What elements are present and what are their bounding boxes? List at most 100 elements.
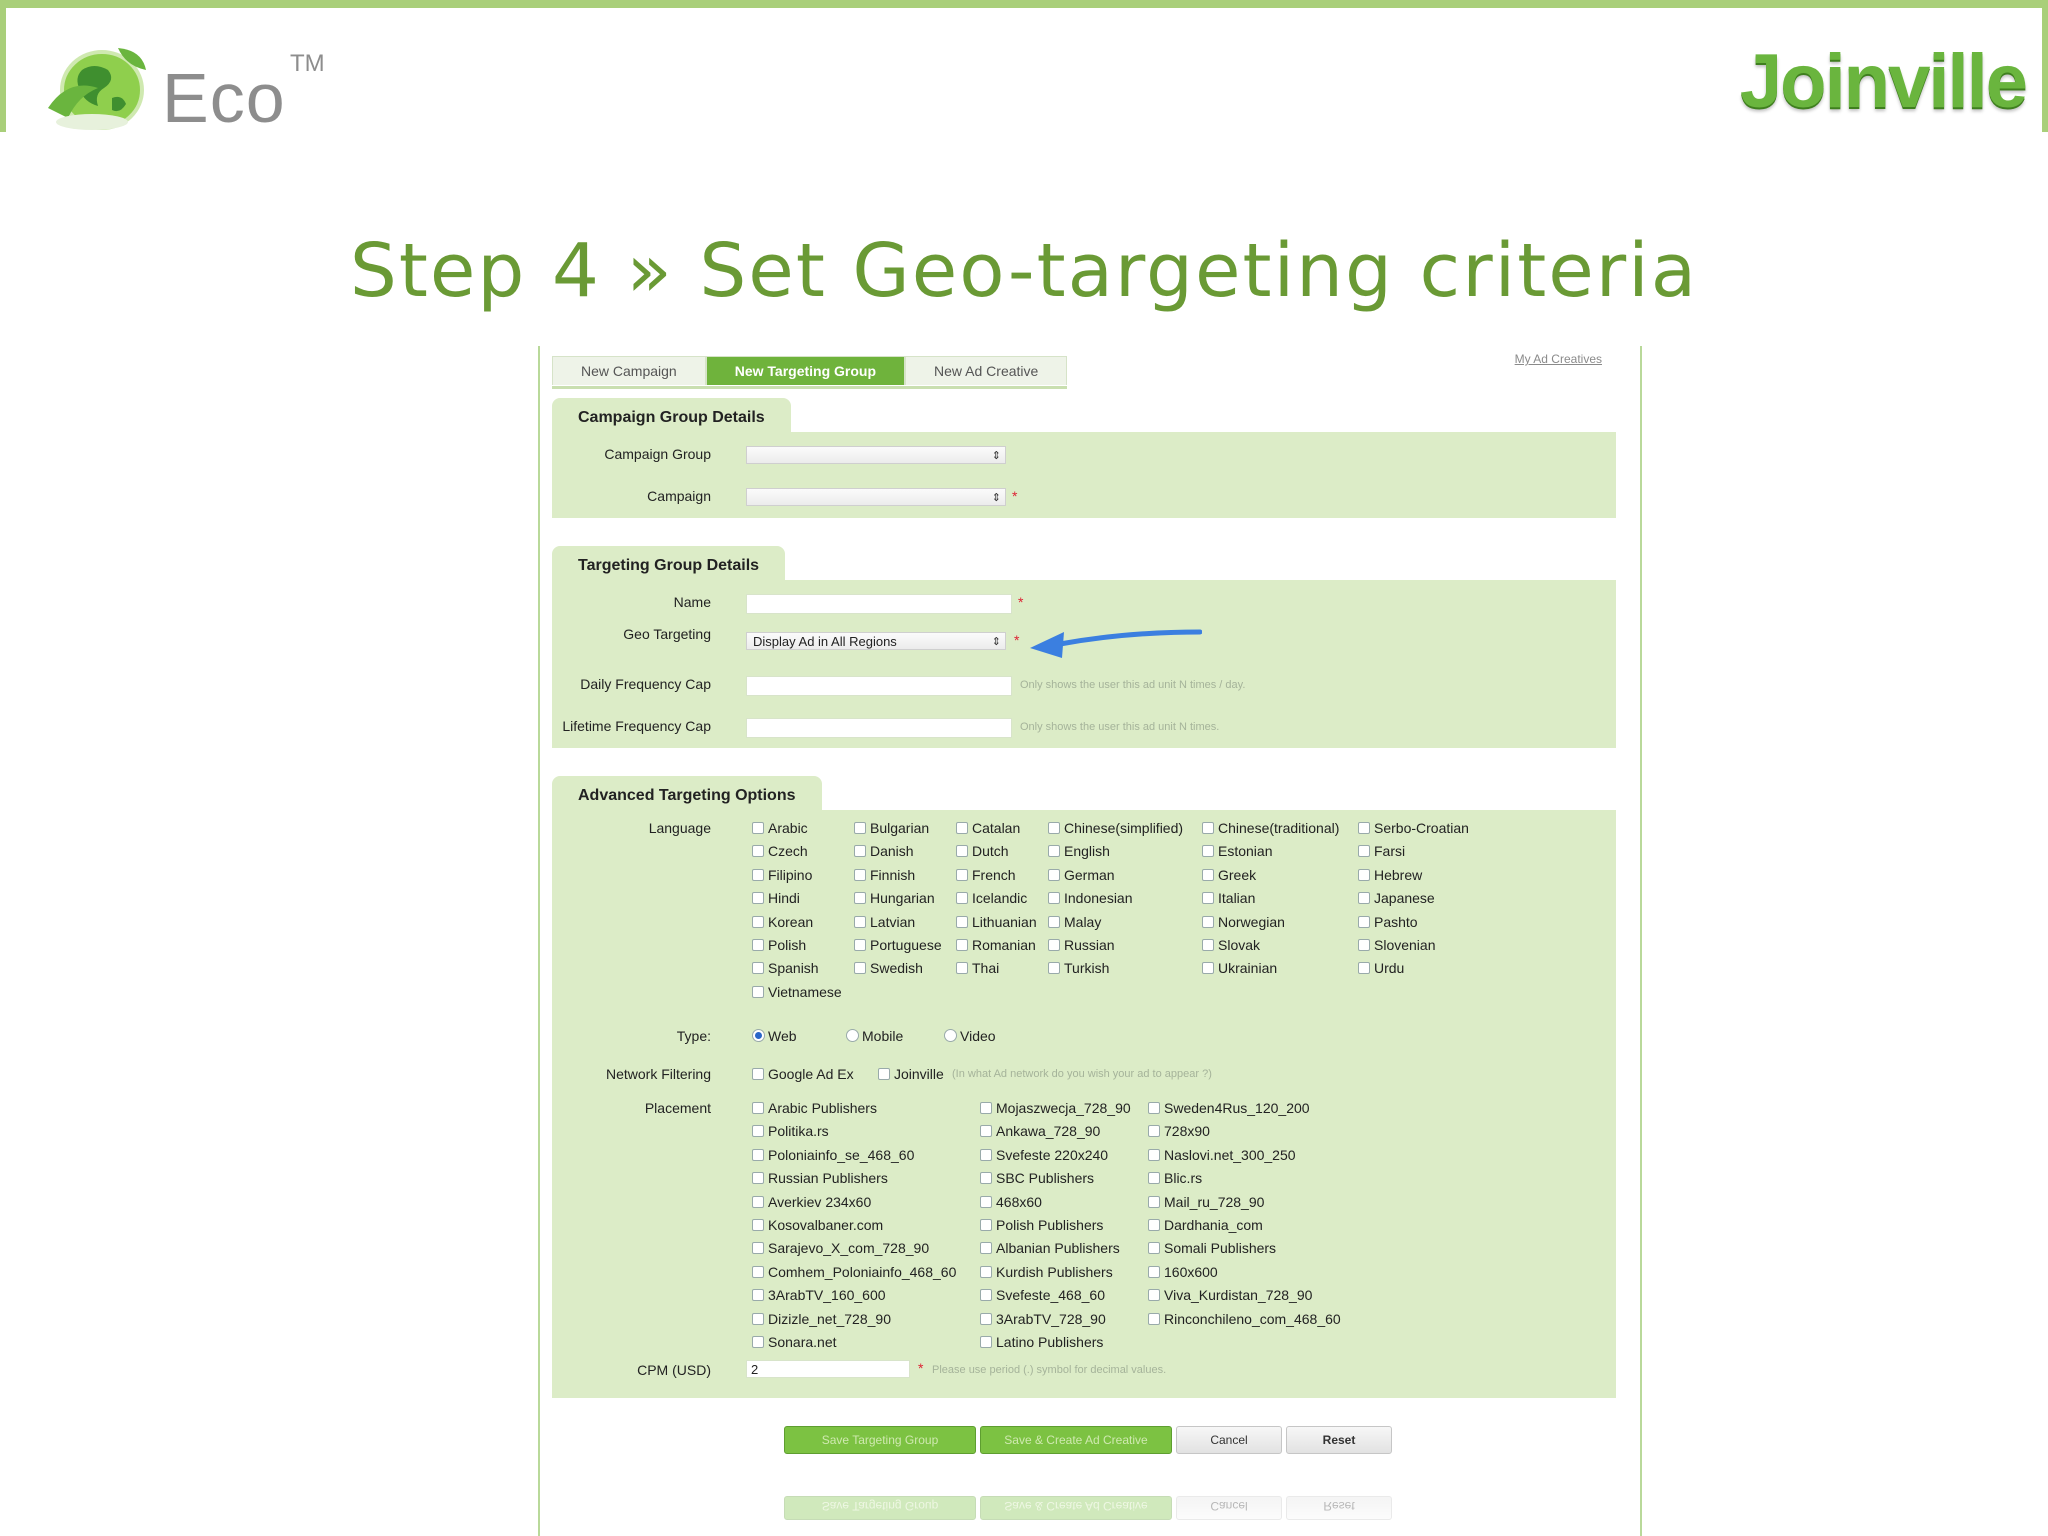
- checkbox[interactable]: [1048, 845, 1060, 858]
- language-option[interactable]: Chinese(traditional): [1202, 820, 1339, 836]
- checkbox[interactable]: [1048, 868, 1060, 881]
- checkbox[interactable]: [1202, 822, 1214, 834]
- language-option[interactable]: Italian: [1202, 890, 1255, 906]
- language-option[interactable]: Estonian: [1202, 843, 1272, 859]
- placement-option[interactable]: 160x600: [1148, 1264, 1218, 1280]
- checkbox[interactable]: [1048, 822, 1060, 834]
- checkbox[interactable]: [752, 1102, 764, 1114]
- checkbox[interactable]: [980, 1289, 992, 1302]
- checkbox[interactable]: [1358, 868, 1370, 881]
- network-option[interactable]: Joinville: [878, 1066, 944, 1082]
- checkbox[interactable]: [980, 1172, 992, 1185]
- save-create-ad-creative-button[interactable]: Save & Create Ad Creative: [980, 1426, 1172, 1454]
- campaign-group-select[interactable]: ⇕: [746, 446, 1006, 464]
- tab-new-targeting-group[interactable]: New Targeting Group: [705, 356, 906, 385]
- language-option[interactable]: Latvian: [854, 914, 915, 930]
- checkbox[interactable]: [1148, 1102, 1160, 1114]
- checkbox[interactable]: [752, 962, 764, 975]
- checkbox[interactable]: [854, 845, 866, 858]
- placement-option[interactable]: Dardhania_com: [1148, 1217, 1263, 1233]
- checkbox[interactable]: [980, 1265, 992, 1278]
- checkbox[interactable]: [752, 1242, 764, 1255]
- placement-option[interactable]: Svefeste_468_60: [980, 1287, 1105, 1303]
- placement-option[interactable]: Comhem_Poloniainfo_468_60: [752, 1264, 956, 1280]
- language-option[interactable]: Thai: [956, 960, 999, 976]
- checkbox[interactable]: [752, 845, 764, 858]
- language-option[interactable]: Korean: [752, 914, 813, 930]
- placement-option[interactable]: Dizizle_net_728_90: [752, 1311, 891, 1327]
- radio-button[interactable]: [846, 1029, 859, 1042]
- language-option[interactable]: Ukrainian: [1202, 960, 1277, 976]
- checkbox[interactable]: [752, 822, 764, 834]
- placement-option[interactable]: Sweden4Rus_120_200: [1148, 1100, 1310, 1116]
- language-option[interactable]: Slovenian: [1358, 937, 1436, 953]
- language-option[interactable]: Catalan: [956, 820, 1020, 836]
- language-option[interactable]: Spanish: [752, 960, 819, 976]
- checkbox[interactable]: [854, 822, 866, 834]
- language-option[interactable]: Hungarian: [854, 890, 935, 906]
- checkbox[interactable]: [752, 1148, 764, 1161]
- language-option[interactable]: Romanian: [956, 937, 1036, 953]
- checkbox[interactable]: [1148, 1312, 1160, 1325]
- reset-button[interactable]: Reset: [1286, 1426, 1392, 1454]
- language-option[interactable]: Bulgarian: [854, 820, 929, 836]
- checkbox[interactable]: [752, 1289, 764, 1302]
- placement-option[interactable]: Russian Publishers: [752, 1170, 888, 1186]
- checkbox[interactable]: [1148, 1148, 1160, 1161]
- checkbox[interactable]: [1202, 892, 1214, 905]
- checkbox[interactable]: [1148, 1125, 1160, 1138]
- checkbox[interactable]: [752, 1125, 764, 1138]
- checkbox[interactable]: [956, 868, 968, 881]
- checkbox[interactable]: [956, 892, 968, 905]
- checkbox[interactable]: [752, 892, 764, 905]
- language-option[interactable]: Malay: [1048, 914, 1101, 930]
- language-option[interactable]: Norwegian: [1202, 914, 1285, 930]
- language-option[interactable]: Czech: [752, 843, 808, 859]
- checkbox[interactable]: [1202, 962, 1214, 975]
- checkbox[interactable]: [1202, 915, 1214, 928]
- checkbox[interactable]: [980, 1102, 992, 1114]
- placement-option[interactable]: 468x60: [980, 1194, 1042, 1210]
- placement-option[interactable]: Viva_Kurdistan_728_90: [1148, 1287, 1312, 1303]
- language-option[interactable]: Icelandic: [956, 890, 1027, 906]
- placement-option[interactable]: Blic.rs: [1148, 1170, 1202, 1186]
- radio-button[interactable]: [752, 1029, 765, 1042]
- language-option[interactable]: French: [956, 867, 1016, 883]
- checkbox[interactable]: [980, 1125, 992, 1138]
- checkbox[interactable]: [1358, 962, 1370, 975]
- placement-option[interactable]: 3ArabTV_728_90: [980, 1311, 1106, 1327]
- placement-option[interactable]: Sonara.net: [752, 1334, 837, 1350]
- language-option[interactable]: Finnish: [854, 867, 915, 883]
- language-option[interactable]: Lithuanian: [956, 914, 1037, 930]
- checkbox[interactable]: [878, 1068, 890, 1080]
- checkbox[interactable]: [1202, 868, 1214, 881]
- language-option[interactable]: Japanese: [1358, 890, 1435, 906]
- checkbox[interactable]: [752, 1195, 764, 1208]
- checkbox[interactable]: [1148, 1242, 1160, 1255]
- my-ad-creatives-link[interactable]: My Ad Creatives: [1515, 352, 1602, 366]
- placement-option[interactable]: Albanian Publishers: [980, 1240, 1120, 1256]
- language-option[interactable]: English: [1048, 843, 1110, 859]
- checkbox[interactable]: [1148, 1195, 1160, 1208]
- language-option[interactable]: Hindi: [752, 890, 800, 906]
- checkbox[interactable]: [980, 1148, 992, 1161]
- checkbox[interactable]: [752, 985, 764, 998]
- checkbox[interactable]: [956, 915, 968, 928]
- placement-option[interactable]: Somali Publishers: [1148, 1240, 1276, 1256]
- placement-option[interactable]: Mail_ru_728_90: [1148, 1194, 1264, 1210]
- language-option[interactable]: Vietnamese: [752, 984, 842, 1000]
- language-option[interactable]: Polish: [752, 937, 806, 953]
- checkbox[interactable]: [980, 1312, 992, 1325]
- language-option[interactable]: Farsi: [1358, 843, 1405, 859]
- language-option[interactable]: Serbo-Croatian: [1358, 820, 1469, 836]
- placement-option[interactable]: Averkiev 234x60: [752, 1194, 871, 1210]
- type-option-web[interactable]: Web: [752, 1028, 797, 1044]
- language-option[interactable]: Portuguese: [854, 937, 942, 953]
- language-option[interactable]: Urdu: [1358, 960, 1404, 976]
- checkbox[interactable]: [1202, 939, 1214, 951]
- tab-new-campaign[interactable]: New Campaign: [552, 356, 706, 385]
- daily-frequency-cap-input[interactable]: [746, 676, 1012, 696]
- checkbox[interactable]: [854, 892, 866, 905]
- checkbox[interactable]: [752, 1219, 764, 1231]
- checkbox[interactable]: [752, 1265, 764, 1278]
